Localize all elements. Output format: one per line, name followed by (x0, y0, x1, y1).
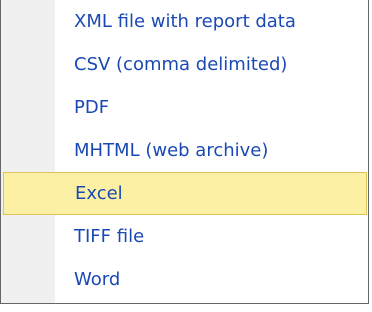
export-format-list: XML file with report data CSV (comma del… (1, 0, 368, 301)
menu-item-csv[interactable]: CSV (comma delimited) (1, 43, 368, 86)
menu-item-tiff[interactable]: TIFF file (1, 215, 368, 258)
menu-item-xml[interactable]: XML file with report data (1, 0, 368, 43)
menu-item-pdf[interactable]: PDF (1, 86, 368, 129)
menu-item-word[interactable]: Word (1, 258, 368, 301)
menu-item-excel[interactable]: Excel (3, 172, 367, 215)
export-format-menu: XML file with report data CSV (comma del… (0, 0, 369, 304)
menu-item-mhtml[interactable]: MHTML (web archive) (1, 129, 368, 172)
